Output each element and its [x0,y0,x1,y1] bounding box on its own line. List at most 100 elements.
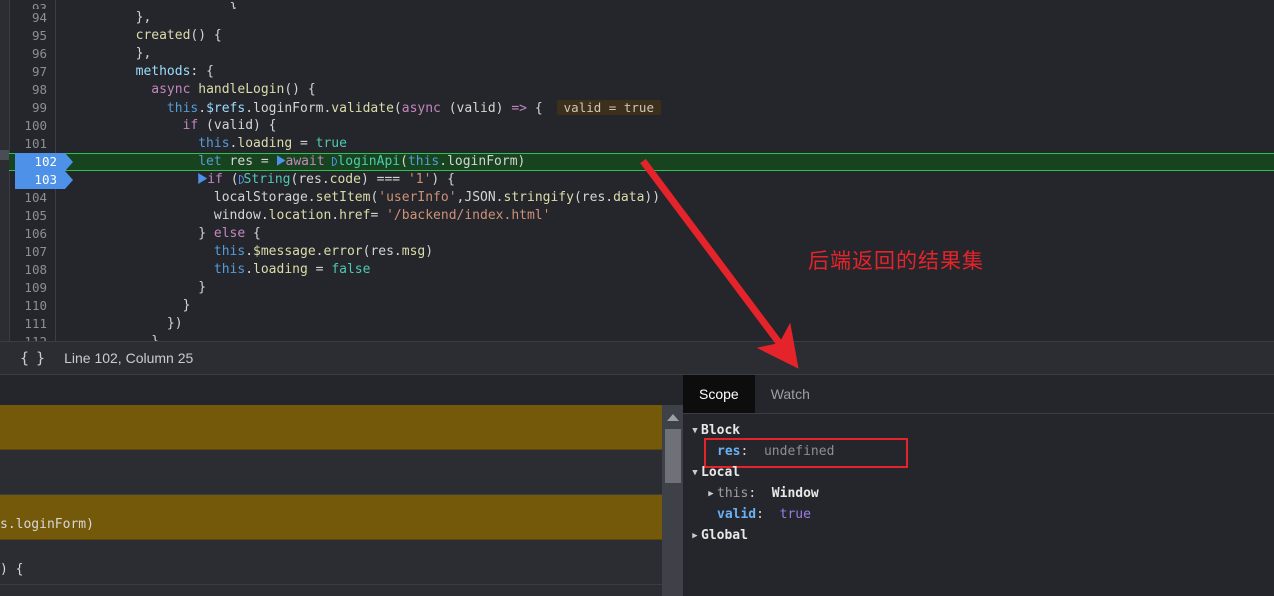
code-text: } else { [73,226,261,241]
code-text: async handleLogin() { [151,82,316,97]
chevron-down-icon[interactable]: ▼ [689,463,701,484]
scope-group-row[interactable]: ▶ Global [683,525,1274,546]
line-number: 104 [24,190,47,205]
code-line[interactable]: 103 if (String(res.code) === '1') { [9,171,1274,189]
variable-name: res [717,444,741,459]
line-number: 99 [31,100,47,115]
popup-row[interactable]: s.loginForm) [0,495,663,540]
line-number: 106 [24,226,47,241]
line-number: 109 [24,280,47,295]
scope-variable-row[interactable]: res: undefined [683,441,1274,462]
debugger-tabbar: Scope Watch [683,375,1274,414]
variable-separator: : [748,486,772,501]
popup-row-text: s.loginForm) [0,517,94,532]
code-line[interactable]: 98 async handleLogin() { [9,81,1274,99]
scope-name: Global [701,528,748,543]
scope-tree[interactable]: ▼ Block res: undefined ▼ Local ▶ this: Window… [683,414,1274,596]
line-number: 97 [31,64,47,79]
code-line[interactable]: 110 } [9,297,1274,315]
code-line[interactable]: 101 this.loading = true [9,135,1274,153]
line-number: 94 [31,10,47,25]
scope-group-row[interactable]: ▼ Block [683,420,1274,441]
callstack-popup[interactable]: s.loginForm) ) { [0,405,663,596]
scrollbar-thumb[interactable] [665,429,681,483]
code-text: }) [73,316,183,331]
code-line[interactable]: 95 created() { [9,27,1274,45]
annotation-label: 后端返回的结果集 [808,249,984,273]
code-text: if (String(res.code) === '1') { [73,171,1274,189]
inline-debug-hint[interactable]: valid = true [556,100,661,115]
step-into-arrow-icon[interactable] [276,155,286,166]
code-line[interactable]: 107 this.$message.error(res.msg) [9,243,1274,261]
code-line[interactable]: 94 }, [9,9,1274,27]
scope-variable-row[interactable]: ▶ this: Window [683,483,1274,504]
code-text: } [73,1,238,9]
code-line[interactable]: 108 this.loading = false [9,261,1274,279]
scope-group-row[interactable]: ▼ Local [683,462,1274,483]
code-text: window.location.href= '/backend/index.ht… [73,208,551,223]
variable-separator: : [756,507,780,522]
popup-row[interactable] [0,585,663,596]
braces-icon: { } [20,349,45,367]
code-text: this.$refs.loginForm.validate(async (val… [73,99,1274,117]
line-number: 111 [24,316,47,331]
code-line[interactable]: 106 } else { [9,225,1274,243]
code-text: localStorage.setItem('userInfo',JSON.str… [73,190,661,205]
scope-name: Local [701,465,741,480]
popup-row-text: ) { [0,562,24,577]
scope-name: Block [701,423,741,438]
code-line[interactable]: 99 this.$refs.loginForm.validate(async (… [9,99,1274,117]
line-number: 112 [9,333,55,341]
line-number: 96 [31,46,47,61]
variable-value[interactable]: true [780,507,811,522]
code-line[interactable]: 111 }) [9,315,1274,333]
popup-scrollbar[interactable] [662,405,683,596]
code-editor[interactable]: 93 } 94 }, 95 created() {96 }, 97 methods: … [0,0,1274,341]
scroll-up-arrow-icon[interactable] [667,414,679,421]
lower-pane: s.loginForm)) { Scope Watch ▼ Block res: u… [0,375,1274,596]
variable-separator: : [740,444,764,459]
debugger-panel: Scope Watch ▼ Block res: undefined ▼ Local ▶ t… [683,375,1274,596]
variable-name: this [717,486,749,501]
popup-row[interactable] [0,405,663,450]
code-line[interactable]: 109 } [9,279,1274,297]
code-line[interactable]: 93 } [9,0,1274,9]
chevron-right-icon[interactable]: ▶ [689,526,701,547]
chevron-down-icon[interactable]: ▼ [689,421,701,442]
breakpoint-marker[interactable]: 103 [15,171,73,189]
code-line[interactable]: 104 localStorage.setItem('userInfo',JSON… [9,189,1274,207]
code-line[interactable]: 96 }, [9,45,1274,63]
line-number: 95 [31,28,47,43]
popup-row[interactable] [0,450,663,495]
code-text: this.loading = false [213,262,371,277]
line-number: 105 [24,208,47,223]
code-text: } [73,280,207,295]
code-line[interactable]: 102 let res = await loginApi(this.loginF… [9,153,1274,171]
code-line[interactable]: 112 } [9,333,1274,341]
tab-scope[interactable]: Scope [683,375,755,413]
code-text: this.loading = true [198,136,347,151]
breakpoint-marker[interactable]: 102 [15,153,73,171]
code-line[interactable]: 100 if (valid) { [9,117,1274,135]
code-line[interactable]: 97 methods: { [9,63,1274,81]
overview-marker [0,150,9,160]
step-into-arrow-icon[interactable] [198,173,208,184]
variable-value[interactable]: Window [772,486,819,501]
code-line[interactable]: 105 window.location.href= '/backend/inde… [9,207,1274,225]
scope-variable-row[interactable]: valid: true [683,504,1274,525]
popup-row[interactable]: ) { [0,540,663,585]
code-text: this.$message.error(res.msg) [213,244,434,259]
cursor-position-label[interactable]: Line 102, Column 25 [64,350,193,366]
code-text: created() { [135,28,222,43]
line-number: 107 [24,244,47,259]
tab-watch[interactable]: Watch [755,375,826,413]
code-text: if (valid) { [182,118,277,133]
line-number: 100 [24,118,47,133]
variable-value[interactable]: undefined [764,444,834,459]
code-text: }, [73,46,152,61]
chevron-right-icon[interactable]: ▶ [705,484,717,505]
code-text: } [73,333,1274,341]
editor-status-bar[interactable]: { } Line 102, Column 25 [0,341,1274,375]
